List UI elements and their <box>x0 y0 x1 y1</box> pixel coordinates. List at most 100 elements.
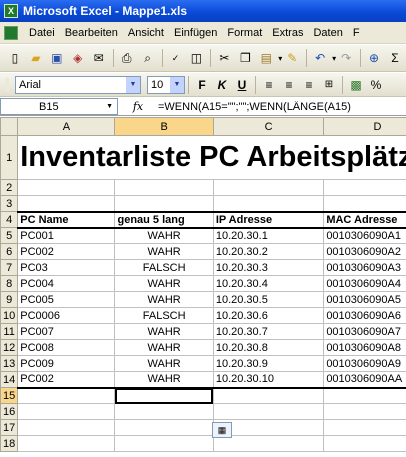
cut-icon[interactable]: ✂ <box>214 48 234 68</box>
italic-button[interactable]: K <box>212 75 232 95</box>
merge-center-icon[interactable]: ⊞ <box>319 75 339 95</box>
column-header-b[interactable]: B <box>114 117 214 136</box>
table-cell[interactable]: 0010306090A1 <box>323 227 406 244</box>
workbook-icon[interactable] <box>4 25 18 40</box>
autosum-icon[interactable]: Σ <box>385 48 405 68</box>
table-cell[interactable]: 0010306090A7 <box>323 323 406 340</box>
table-cell[interactable]: 0010306090A4 <box>323 275 406 292</box>
table-cell[interactable]: 10.20.30.9 <box>212 355 325 372</box>
cell[interactable] <box>323 179 406 196</box>
table-cell[interactable]: 0010306090A5 <box>323 291 406 308</box>
menu-einfuegen[interactable]: Einfügen <box>169 27 222 39</box>
table-cell[interactable]: 0010306090A2 <box>323 243 406 260</box>
active-cell[interactable] <box>114 387 214 404</box>
row-header[interactable]: 6 <box>0 243 19 260</box>
cell[interactable] <box>114 419 214 436</box>
chevron-down-icon[interactable]: ▼ <box>170 76 184 93</box>
cell[interactable] <box>323 387 406 404</box>
name-box[interactable]: B15 ▼ <box>0 98 118 115</box>
currency-icon[interactable]: ▩ <box>346 75 366 95</box>
cell[interactable] <box>212 179 325 196</box>
row-header[interactable]: 17 <box>0 419 19 436</box>
paste-icon[interactable]: ▤ <box>256 48 276 68</box>
cell[interactable] <box>114 179 214 196</box>
research-icon[interactable]: ◫ <box>187 48 207 68</box>
table-cell[interactable]: 10.20.30.1 <box>212 227 325 244</box>
table-cell[interactable]: 10.20.30.3 <box>212 259 325 276</box>
cell[interactable] <box>212 403 325 420</box>
row-header[interactable]: 5 <box>0 227 19 244</box>
cell[interactable] <box>212 195 325 213</box>
print-preview-icon[interactable]: ⌕ <box>138 48 158 68</box>
table-cell[interactable]: WAHR <box>114 227 214 244</box>
menu-format[interactable]: Format <box>222 27 267 39</box>
row-header[interactable]: 16 <box>0 403 19 420</box>
font-select[interactable]: Arial ▼ <box>15 75 141 94</box>
row-header[interactable]: 8 <box>0 275 19 292</box>
hyperlink-icon[interactable]: ⊕ <box>364 48 384 68</box>
table-cell[interactable]: WAHR <box>114 323 214 340</box>
open-folder-icon[interactable]: ▰ <box>26 48 46 68</box>
table-cell[interactable]: PC007 <box>17 323 116 340</box>
row-header[interactable]: 12 <box>0 339 19 356</box>
chevron-down-icon[interactable]: ▼ <box>106 103 113 110</box>
cell[interactable] <box>17 435 116 452</box>
table-cell[interactable]: 0010306090A6 <box>323 307 406 324</box>
table-cell[interactable]: 0010306090A9 <box>323 355 406 372</box>
row-header[interactable]: 9 <box>0 291 19 308</box>
copy-icon[interactable]: ❐ <box>235 48 255 68</box>
table-cell[interactable]: WAHR <box>114 243 214 260</box>
table-cell[interactable]: 0010306090AA <box>323 371 406 389</box>
cell[interactable] <box>114 435 214 452</box>
cell[interactable] <box>212 387 325 404</box>
table-cell[interactable]: 10.20.30.10 <box>212 371 325 389</box>
percent-icon[interactable]: % <box>366 75 386 95</box>
header-cell-length[interactable]: genau 5 lang <box>114 211 214 229</box>
table-cell[interactable]: PC03 <box>17 259 116 276</box>
menu-daten[interactable]: Daten <box>308 27 347 39</box>
paste-options-icon[interactable]: ▦ <box>212 422 232 438</box>
print-icon[interactable]: ⎙ <box>117 48 137 68</box>
table-cell[interactable]: WAHR <box>114 355 214 372</box>
table-cell[interactable]: WAHR <box>114 291 214 308</box>
select-all-corner[interactable] <box>0 117 19 136</box>
cell[interactable] <box>17 387 116 404</box>
header-cell-ip[interactable]: IP Adresse <box>212 211 325 229</box>
permission-icon[interactable]: ◈ <box>68 48 88 68</box>
menu-extras[interactable]: Extras <box>267 27 308 39</box>
table-cell[interactable]: PC009 <box>17 355 116 372</box>
column-header-c[interactable]: C <box>212 117 325 136</box>
table-cell[interactable]: 10.20.30.4 <box>212 275 325 292</box>
table-cell[interactable]: 10.20.30.8 <box>212 339 325 356</box>
cell[interactable] <box>17 419 116 436</box>
table-cell[interactable]: FALSCH <box>114 307 214 324</box>
align-center-icon[interactable]: ≡ <box>279 75 299 95</box>
font-size-select[interactable]: 10 ▼ <box>147 75 185 94</box>
table-cell[interactable]: 10.20.30.7 <box>212 323 325 340</box>
spellcheck-icon[interactable]: ✓ <box>166 48 186 68</box>
cell[interactable] <box>17 195 116 213</box>
table-cell[interactable]: PC0006 <box>17 307 116 324</box>
table-cell[interactable]: WAHR <box>114 339 214 356</box>
underline-button[interactable]: U <box>232 75 252 95</box>
chevron-down-icon[interactable]: ▼ <box>126 76 140 93</box>
format-painter-icon[interactable]: ✎ <box>282 48 302 68</box>
cell[interactable] <box>17 179 116 196</box>
table-cell[interactable]: 10.20.30.6 <box>212 307 325 324</box>
cell[interactable] <box>114 403 214 420</box>
menu-bearbeiten[interactable]: Bearbeiten <box>60 27 123 39</box>
table-cell[interactable]: PC002 <box>17 243 116 260</box>
menu-ansicht[interactable]: Ansicht <box>123 27 169 39</box>
table-cell[interactable]: PC001 <box>17 227 116 244</box>
table-cell[interactable]: FALSCH <box>114 259 214 276</box>
row-header[interactable]: 10 <box>0 307 19 324</box>
row-header[interactable]: 14 <box>0 371 19 388</box>
column-header-a[interactable]: A <box>17 117 116 136</box>
row-header[interactable]: 11 <box>0 323 19 340</box>
table-cell[interactable]: PC002 <box>17 371 116 389</box>
table-cell[interactable]: WAHR <box>114 371 214 389</box>
cell[interactable] <box>323 195 406 213</box>
table-cell[interactable]: 0010306090A3 <box>323 259 406 276</box>
table-cell[interactable]: 0010306090A8 <box>323 339 406 356</box>
table-cell[interactable]: PC004 <box>17 275 116 292</box>
